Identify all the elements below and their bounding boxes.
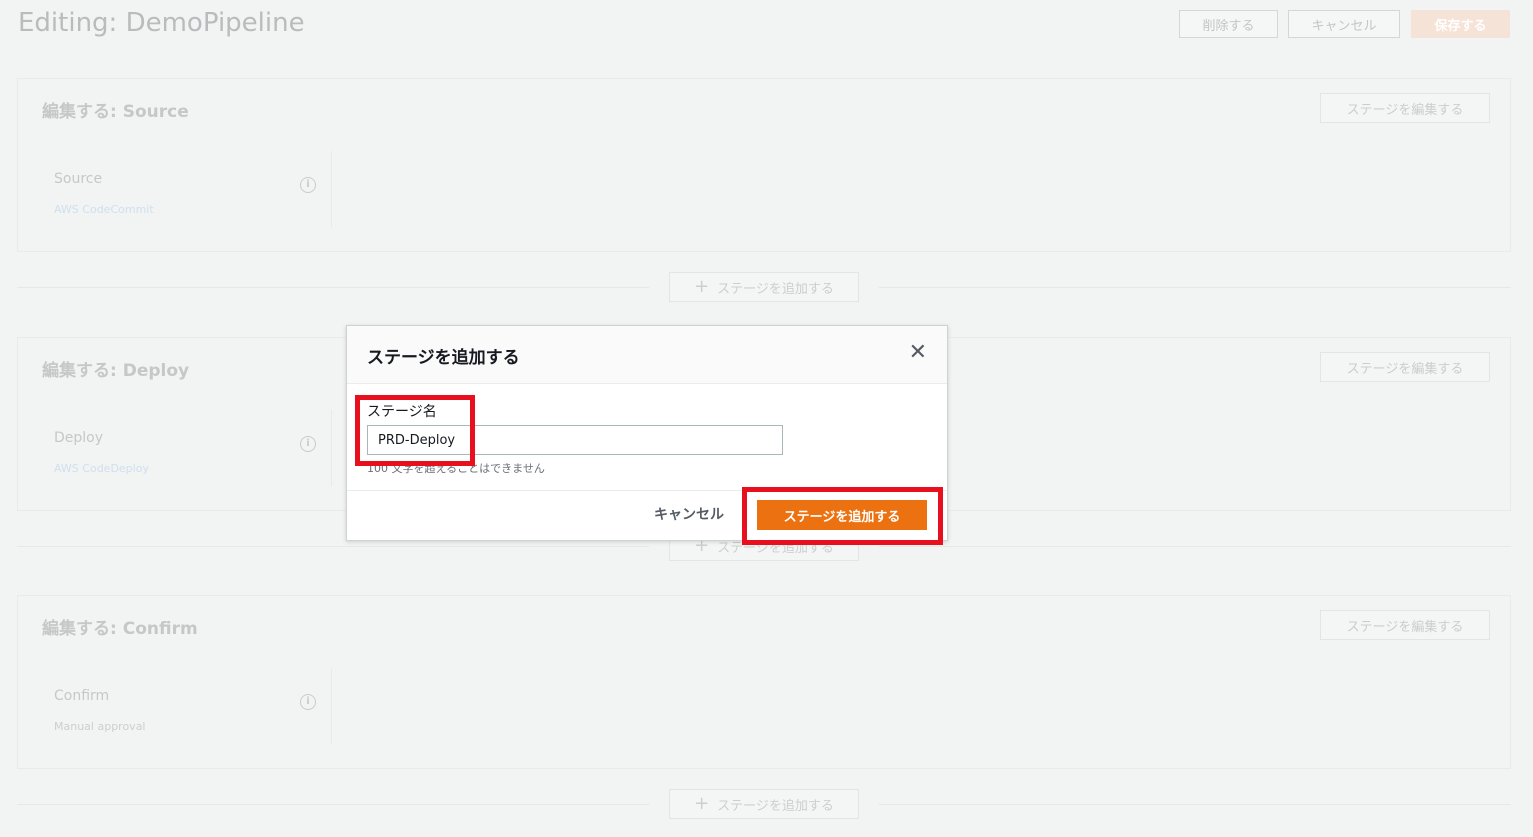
stage-name-input[interactable] [367, 425, 783, 455]
plus-icon: + [694, 276, 710, 297]
modal-footer: キャンセル ステージを追加する [347, 490, 947, 540]
info-icon[interactable]: i [300, 177, 316, 193]
delete-button[interactable]: 削除する [1179, 10, 1278, 38]
edit-stage-button[interactable]: ステージを編集する [1320, 352, 1490, 382]
edit-stage-button[interactable]: ステージを編集する [1320, 93, 1490, 123]
plus-icon: + [694, 793, 710, 814]
stage-title: 編集する: Source [42, 102, 189, 122]
info-icon[interactable]: i [300, 436, 316, 452]
add-stage-button[interactable]: + ステージを追加する [669, 272, 859, 302]
action-provider-link[interactable]: AWS CodeDeploy [54, 462, 149, 475]
stage-title: 編集する: Deploy [42, 361, 190, 381]
divider [879, 804, 1511, 805]
modal-cancel-button[interactable]: キャンセル [654, 504, 724, 524]
add-stage-row: + ステージを追加する [17, 272, 1511, 302]
action-card[interactable]: Deploy AWS CodeDeploy i [38, 410, 332, 486]
action-provider-link[interactable]: AWS CodeCommit [54, 203, 154, 216]
add-stage-label: ステージを追加する [717, 798, 834, 814]
edit-stage-button[interactable]: ステージを編集する [1320, 610, 1490, 640]
page-title: Editing: DemoPipeline [18, 8, 305, 38]
divider [17, 804, 649, 805]
stage-confirm: 編集する: Confirm ステージを編集する Confirm Manual a… [17, 595, 1511, 769]
close-icon[interactable]: ✕ [909, 340, 927, 366]
divider [17, 287, 649, 288]
add-stage-modal: ステージを追加する ✕ ステージ名 100 文字を超えることはできません キャン… [346, 325, 948, 541]
stage-source: 編集する: Source ステージを編集する Source AWS CodeCo… [17, 78, 1511, 252]
save-button[interactable]: 保存する [1411, 10, 1510, 38]
add-stage-label: ステージを追加する [717, 281, 834, 297]
action-name: Source [54, 171, 103, 187]
stage-title: 編集する: Confirm [42, 619, 198, 639]
add-stage-submit-button[interactable]: ステージを追加する [757, 500, 927, 530]
action-card[interactable]: Source AWS CodeCommit i [38, 151, 332, 227]
divider [17, 546, 649, 547]
add-stage-row: + ステージを追加する [17, 789, 1511, 819]
info-icon[interactable]: i [300, 694, 316, 710]
divider [879, 546, 1511, 547]
action-provider: Manual approval [54, 720, 146, 733]
action-card[interactable]: Confirm Manual approval i [38, 668, 332, 744]
divider [879, 287, 1511, 288]
stage-name-hint: 100 文字を超えることはできません [367, 462, 545, 475]
stage-name-label: ステージ名 [367, 404, 437, 420]
modal-header: ステージを追加する ✕ [347, 326, 947, 384]
action-name: Confirm [54, 688, 110, 704]
action-name: Deploy [54, 430, 104, 446]
add-stage-button[interactable]: + ステージを追加する [669, 789, 859, 819]
cancel-button[interactable]: キャンセル [1288, 10, 1400, 38]
modal-title: ステージを追加する [367, 348, 520, 368]
